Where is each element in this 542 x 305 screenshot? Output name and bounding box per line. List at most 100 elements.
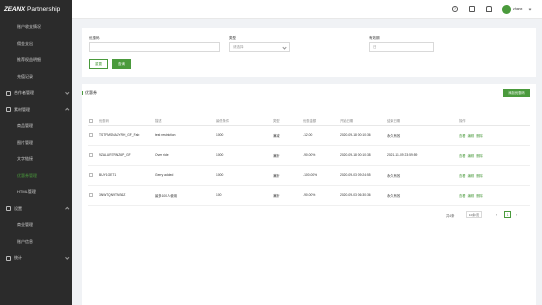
cell-amount: -90.00%: [302, 145, 339, 166]
delete-link[interactable]: 删除: [476, 134, 483, 138]
cell-type: 满折: [272, 185, 302, 206]
cell-desc: Over ride: [154, 145, 215, 166]
sidebar-item-recharge[interactable]: 充值记录: [0, 69, 72, 86]
cell-end: 2021-11-09 23:59:59: [386, 145, 458, 166]
row-checkbox[interactable]: [89, 133, 93, 137]
cell-start: 2020-09-18 00:10:38: [339, 145, 386, 166]
sidebar-item-html[interactable]: HTML管理: [0, 184, 72, 201]
type-label: 类型: [229, 36, 236, 40]
col-end: 结束日期: [386, 117, 458, 126]
avatar[interactable]: [502, 4, 511, 14]
sidebar-group-label: 统计: [14, 255, 22, 261]
chevron-down-icon[interactable]: [528, 7, 532, 10]
username[interactable]: zhanx: [513, 7, 522, 11]
cell-type: 满折: [272, 165, 302, 186]
col-code: 优惠码: [98, 117, 154, 126]
pagination-total: 共4条: [446, 214, 455, 218]
search-button[interactable]: 查询: [112, 59, 131, 69]
add-coupon-button[interactable]: 添加优惠码: [503, 89, 530, 97]
cell-min: 1000: [215, 145, 272, 166]
message-icon[interactable]: [469, 6, 475, 12]
sidebar-item-coupons[interactable]: 优惠券管理: [0, 168, 72, 185]
cell-type: 满折: [272, 145, 302, 166]
chevron-down-icon: [64, 90, 69, 95]
row-checkbox[interactable]: [89, 153, 93, 157]
sidebar-item-account-flow[interactable]: 账户收支情况: [0, 19, 72, 36]
col-amount: 优惠金额: [302, 117, 339, 126]
cell-type: 满减: [272, 125, 302, 146]
settings-icon: [6, 206, 11, 212]
type-select[interactable]: 请选择: [229, 42, 290, 52]
col-desc: 描述: [154, 117, 215, 126]
prev-page-icon[interactable]: ‹: [496, 213, 497, 217]
coupon-table: 优惠码 描述 最低条件 类型 优惠金额 开始日期 结束日期 操作 TSTFMSN…: [88, 117, 530, 206]
sidebar-item-images[interactable]: 图片管理: [0, 135, 72, 152]
validity-date-picker[interactable]: 日: [369, 42, 434, 52]
sidebar-item-account-info[interactable]: 账户信息: [0, 234, 72, 251]
sidebar-item-label: 文字链接: [17, 156, 33, 162]
view-link[interactable]: 查看: [459, 154, 466, 158]
delete-link[interactable]: 删除: [476, 154, 483, 158]
topbar: ? zhanx: [72, 0, 542, 19]
sidebar-group-stats[interactable]: 统计: [0, 250, 72, 267]
table-row: TSTFMSNAJYRH_GF_Fab test restriction 100…: [88, 125, 530, 146]
row-checkbox[interactable]: [89, 193, 93, 197]
table-row: 9ZALUR7RNZ6P_GF Over ride 1000 满折 -90.00…: [88, 145, 530, 166]
brand-logo: ZEANX: [4, 6, 26, 13]
edit-link[interactable]: 编辑: [468, 134, 475, 138]
sidebar-item-label: 充值记录: [17, 73, 33, 79]
cell-end: 永久有效: [386, 165, 458, 186]
cell-end: 永久有效: [386, 185, 458, 206]
cell-amount: -100.00%: [302, 165, 339, 186]
bell-icon[interactable]: [486, 6, 492, 12]
sidebar-item-products[interactable]: 商品管理: [0, 118, 72, 135]
coupon-code-label: 优惠码: [89, 36, 100, 40]
cell-start: 2020-09-03 06:30:36: [339, 185, 386, 206]
sidebar-group-materials[interactable]: 素材管理: [0, 102, 72, 119]
cell-end: 永久有效: [386, 125, 458, 146]
cell-start: 2020-09-03 09:24:55: [339, 165, 386, 186]
page-number[interactable]: 1: [504, 211, 511, 218]
brand[interactable]: ZEANX Partnership: [0, 0, 72, 19]
sidebar-group-settings[interactable]: 设置: [0, 201, 72, 218]
cell-code: TSTFMSNAJYRH_GF_Fab: [98, 125, 154, 146]
view-link[interactable]: 查看: [459, 194, 466, 198]
help-icon[interactable]: ?: [452, 6, 458, 12]
sidebar-item-referral[interactable]: 推荐权益明细: [0, 52, 72, 69]
sidebar-group-label: 合作者管理: [14, 90, 34, 96]
sidebar-item-commission[interactable]: 佣金支出: [0, 36, 72, 53]
sidebar: ZEANX Partnership 账户收支情况 佣金支出 推荐权益明细 充值记…: [0, 0, 72, 305]
cell-min: 1000: [215, 125, 272, 146]
table-row: 3NW7QN9TNS6Z 最多100人使用 100 满折 -90.00% 202…: [88, 185, 530, 206]
delete-link[interactable]: 删除: [476, 174, 483, 178]
sidebar-item-label: HTML管理: [17, 189, 36, 195]
cell-desc: 最多100人使用: [154, 185, 215, 206]
sidebar-item-label: 佣金支出: [17, 40, 33, 46]
cell-amount: -90.00%: [302, 185, 339, 206]
sidebar-group-partners[interactable]: 合作者管理: [0, 85, 72, 102]
reset-button[interactable]: 重置: [89, 59, 108, 69]
sidebar-item-label: 账户信息: [17, 238, 33, 244]
col-min: 最低条件: [215, 117, 272, 126]
sidebar-group-label: 素材管理: [14, 106, 30, 112]
edit-link[interactable]: 编辑: [468, 154, 475, 158]
table-header: 优惠码 描述 最低条件 类型 优惠金额 开始日期 结束日期 操作: [88, 117, 530, 126]
col-start: 开始日期: [339, 117, 386, 126]
row-checkbox[interactable]: [89, 173, 93, 177]
view-link[interactable]: 查看: [459, 134, 466, 138]
edit-link[interactable]: 编辑: [468, 174, 475, 178]
materials-icon: [6, 107, 11, 113]
next-page-icon[interactable]: ›: [516, 213, 517, 217]
sidebar-item-business[interactable]: 商业管理: [0, 217, 72, 234]
coupon-code-input[interactable]: [89, 42, 220, 52]
page-size-select[interactable]: 10条/页: [466, 211, 482, 218]
delete-link[interactable]: 删除: [476, 194, 483, 198]
view-link[interactable]: 查看: [459, 174, 466, 178]
sidebar-item-label: 账户收支情况: [17, 24, 41, 30]
section-title: 优惠券: [82, 91, 97, 95]
coupon-list-panel: 优惠券 添加优惠码 优惠码 描述 最低条件 类型 优惠金额 开始日期 结束日期 …: [82, 84, 536, 305]
sidebar-item-text-links[interactable]: 文字链接: [0, 151, 72, 168]
edit-link[interactable]: 编辑: [468, 194, 475, 198]
select-all-checkbox[interactable]: [89, 119, 93, 123]
table-row: BUY1GET1 Gerry added 1000 满折 -100.00% 20…: [88, 165, 530, 186]
